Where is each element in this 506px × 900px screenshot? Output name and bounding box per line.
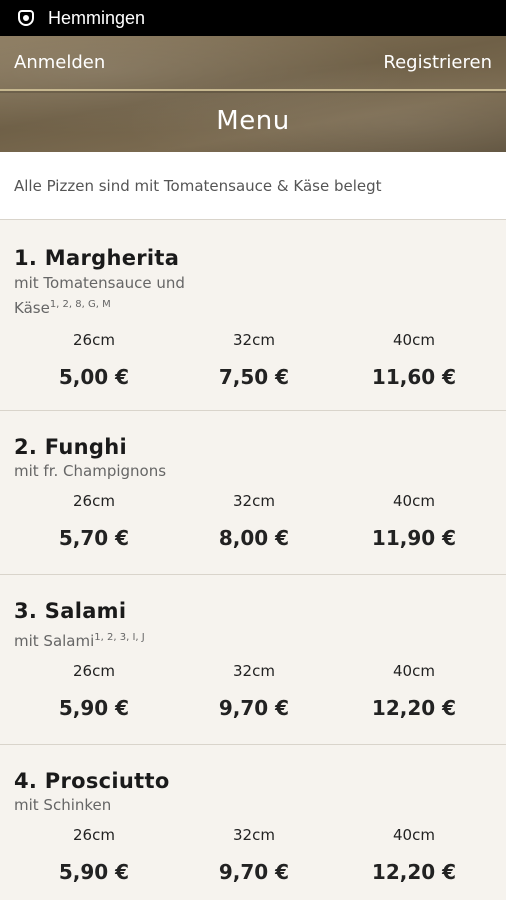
size-label: 26cm bbox=[73, 331, 115, 349]
register-button[interactable]: Registrieren bbox=[383, 52, 492, 73]
size-label: 32cm bbox=[233, 826, 275, 844]
price-row: 5,00 € 7,50 € 11,60 € bbox=[14, 365, 492, 389]
size-row: 26cm 32cm 40cm bbox=[14, 492, 492, 510]
size-label: 40cm bbox=[393, 331, 435, 349]
app-shield-icon bbox=[18, 10, 34, 26]
status-bar-title: Hemmingen bbox=[48, 7, 146, 28]
item-description-line1: mit Tomatensauce und bbox=[14, 274, 185, 292]
price-button[interactable]: 5,70 € bbox=[14, 526, 174, 550]
item-description-line2: Käse1, 2, 8, G, M bbox=[14, 294, 492, 319]
size-row: 26cm 32cm 40cm bbox=[14, 826, 492, 844]
app-header: Anmelden Registrieren Menu bbox=[0, 36, 506, 152]
size-label: 26cm bbox=[73, 492, 115, 510]
price-button[interactable]: 5,90 € bbox=[14, 860, 174, 884]
size-label: 32cm bbox=[233, 492, 275, 510]
size-label: 32cm bbox=[233, 662, 275, 680]
menu-item-salami[interactable]: 3. Salami mit Salami1, 2, 3, I, J 26cm 3… bbox=[0, 575, 506, 745]
price-button[interactable]: 12,20 € bbox=[334, 860, 494, 884]
login-button[interactable]: Anmelden bbox=[14, 52, 105, 73]
item-description: mit Schinken bbox=[14, 796, 112, 814]
price-button[interactable]: 12,20 € bbox=[334, 696, 494, 720]
item-description: mit fr. Champignons bbox=[14, 462, 167, 480]
item-description: mit Tomatensauce und Käse1, 2, 8, G, M bbox=[14, 272, 492, 319]
allergen-codes: 1, 2, 3, I, J bbox=[94, 632, 145, 643]
item-name: 2. Funghi bbox=[14, 435, 127, 459]
size-label: 40cm bbox=[393, 662, 435, 680]
size-label: 26cm bbox=[73, 826, 115, 844]
item-name: 4. Prosciutto bbox=[14, 769, 170, 793]
price-button[interactable]: 9,70 € bbox=[174, 696, 334, 720]
item-name: 3. Salami bbox=[14, 599, 127, 623]
header-action-row: Anmelden Registrieren bbox=[0, 36, 506, 91]
price-button[interactable]: 11,90 € bbox=[334, 526, 494, 550]
status-bar: Hemmingen bbox=[0, 0, 506, 36]
size-row: 26cm 32cm 40cm bbox=[14, 662, 492, 680]
price-button[interactable]: 7,50 € bbox=[174, 365, 334, 389]
page-title: Menu bbox=[216, 105, 290, 136]
size-label: 26cm bbox=[73, 662, 115, 680]
item-description: mit Salami1, 2, 3, I, J bbox=[14, 627, 492, 652]
item-description-text: mit Salami bbox=[14, 632, 95, 650]
price-button[interactable]: 5,00 € bbox=[14, 365, 174, 389]
price-button[interactable]: 9,70 € bbox=[174, 860, 334, 884]
size-row: 26cm 32cm 40cm bbox=[14, 331, 492, 349]
menu-notice: Alle Pizzen sind mit Tomatensauce & Käse… bbox=[0, 152, 506, 220]
price-button[interactable]: 11,60 € bbox=[334, 365, 494, 389]
item-name: 1. Margherita bbox=[14, 246, 180, 270]
allergen-codes: 1, 2, 8, G, M bbox=[49, 299, 111, 310]
item-description-text: Käse bbox=[14, 299, 50, 317]
menu-item-margherita[interactable]: 1. Margherita mit Tomatensauce und Käse1… bbox=[0, 220, 506, 411]
size-label: 40cm bbox=[393, 492, 435, 510]
menu-item-funghi[interactable]: 2. Funghi mit fr. Champignons 26cm 32cm … bbox=[0, 411, 506, 575]
size-label: 32cm bbox=[233, 331, 275, 349]
size-label: 40cm bbox=[393, 826, 435, 844]
price-button[interactable]: 5,90 € bbox=[14, 696, 174, 720]
menu-item-prosciutto[interactable]: 4. Prosciutto mit Schinken 26cm 32cm 40c… bbox=[0, 745, 506, 900]
price-row: 5,70 € 8,00 € 11,90 € bbox=[14, 526, 492, 550]
price-row: 5,90 € 9,70 € 12,20 € bbox=[14, 860, 492, 884]
price-button[interactable]: 8,00 € bbox=[174, 526, 334, 550]
price-row: 5,90 € 9,70 € 12,20 € bbox=[14, 696, 492, 720]
